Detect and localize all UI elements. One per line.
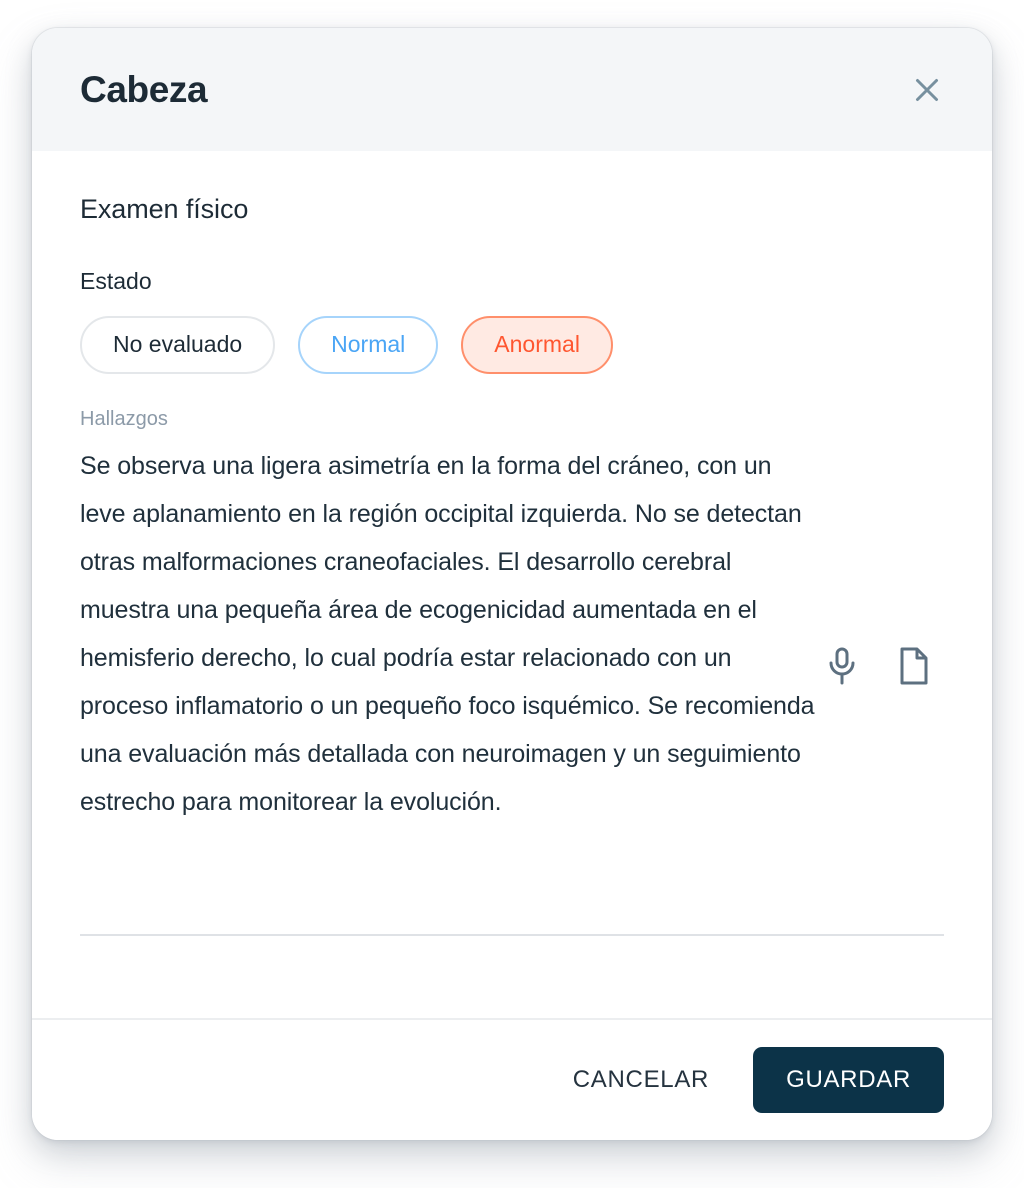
close-button[interactable] [904,67,950,113]
findings-label: Hallazgos [80,407,168,430]
page-title: Cabeza [80,69,208,110]
document-icon [898,646,930,686]
cancel-button[interactable]: CANCELAR [569,1056,713,1104]
status-chip-normal[interactable]: Normal [298,315,439,374]
status-field-label: Estado [80,267,152,294]
screen-root: Cabeza Examen físico Estado No evaluado … [0,0,1024,1188]
microphone-icon [825,646,859,686]
dictate-button[interactable] [820,642,864,690]
findings-textarea[interactable]: Se observa una ligera asimetría en la fo… [80,442,820,826]
modal-footer: CANCELAR GUARDAR [32,1018,992,1140]
modal-body: Examen físico Estado No evaluado Normal … [32,151,992,1018]
save-button[interactable]: GUARDAR [753,1047,944,1113]
status-chip-no-evaluado[interactable]: No evaluado [80,315,276,374]
status-chip-anormal[interactable]: Anormal [461,315,613,374]
close-icon [912,75,942,105]
modal-dialog: Cabeza Examen físico Estado No evaluado … [32,28,992,1140]
findings-action-bar [820,642,936,690]
modal-header: Cabeza [32,28,992,151]
template-button[interactable] [892,642,936,690]
section-title: Examen físico [80,194,249,224]
status-chip-group: No evaluado Normal Anormal [80,315,944,374]
findings-field[interactable]: Se observa una ligera asimetría en la fo… [80,442,944,936]
